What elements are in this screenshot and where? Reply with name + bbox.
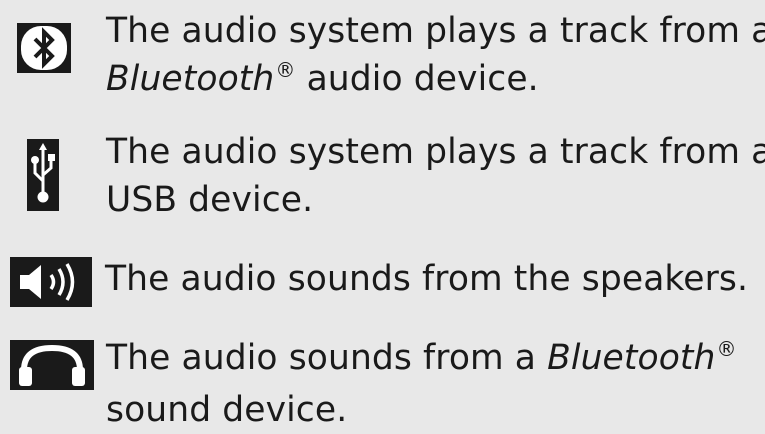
item-text-line-2: USB device. [106, 180, 314, 220]
item-text-line-1: The audio system plays a track from a [106, 132, 765, 172]
item-text-line-1: The audio sounds from a Bluetooth® [106, 334, 737, 386]
item-text-line-2: Bluetooth® audio device. [106, 55, 765, 107]
item-text-line-2: sound device. [106, 390, 348, 430]
bluetooth-brand: Bluetooth [547, 338, 716, 378]
speaker-icon [10, 257, 92, 307]
item-text-plain: The audio sounds from a [106, 338, 548, 378]
bluetooth-brand: Bluetooth [106, 59, 275, 99]
registered-mark: ® [275, 58, 296, 82]
item-text-rest: audio device. [295, 59, 539, 99]
item-text-line-1: The audio sounds from the speakers. [105, 259, 749, 299]
headphones-icon [10, 340, 94, 390]
item-text-line-1: The audio system plays a track from a [106, 11, 765, 51]
bluetooth-icon [17, 23, 71, 73]
usb-icon [18, 135, 68, 215]
registered-mark: ® [716, 337, 737, 361]
